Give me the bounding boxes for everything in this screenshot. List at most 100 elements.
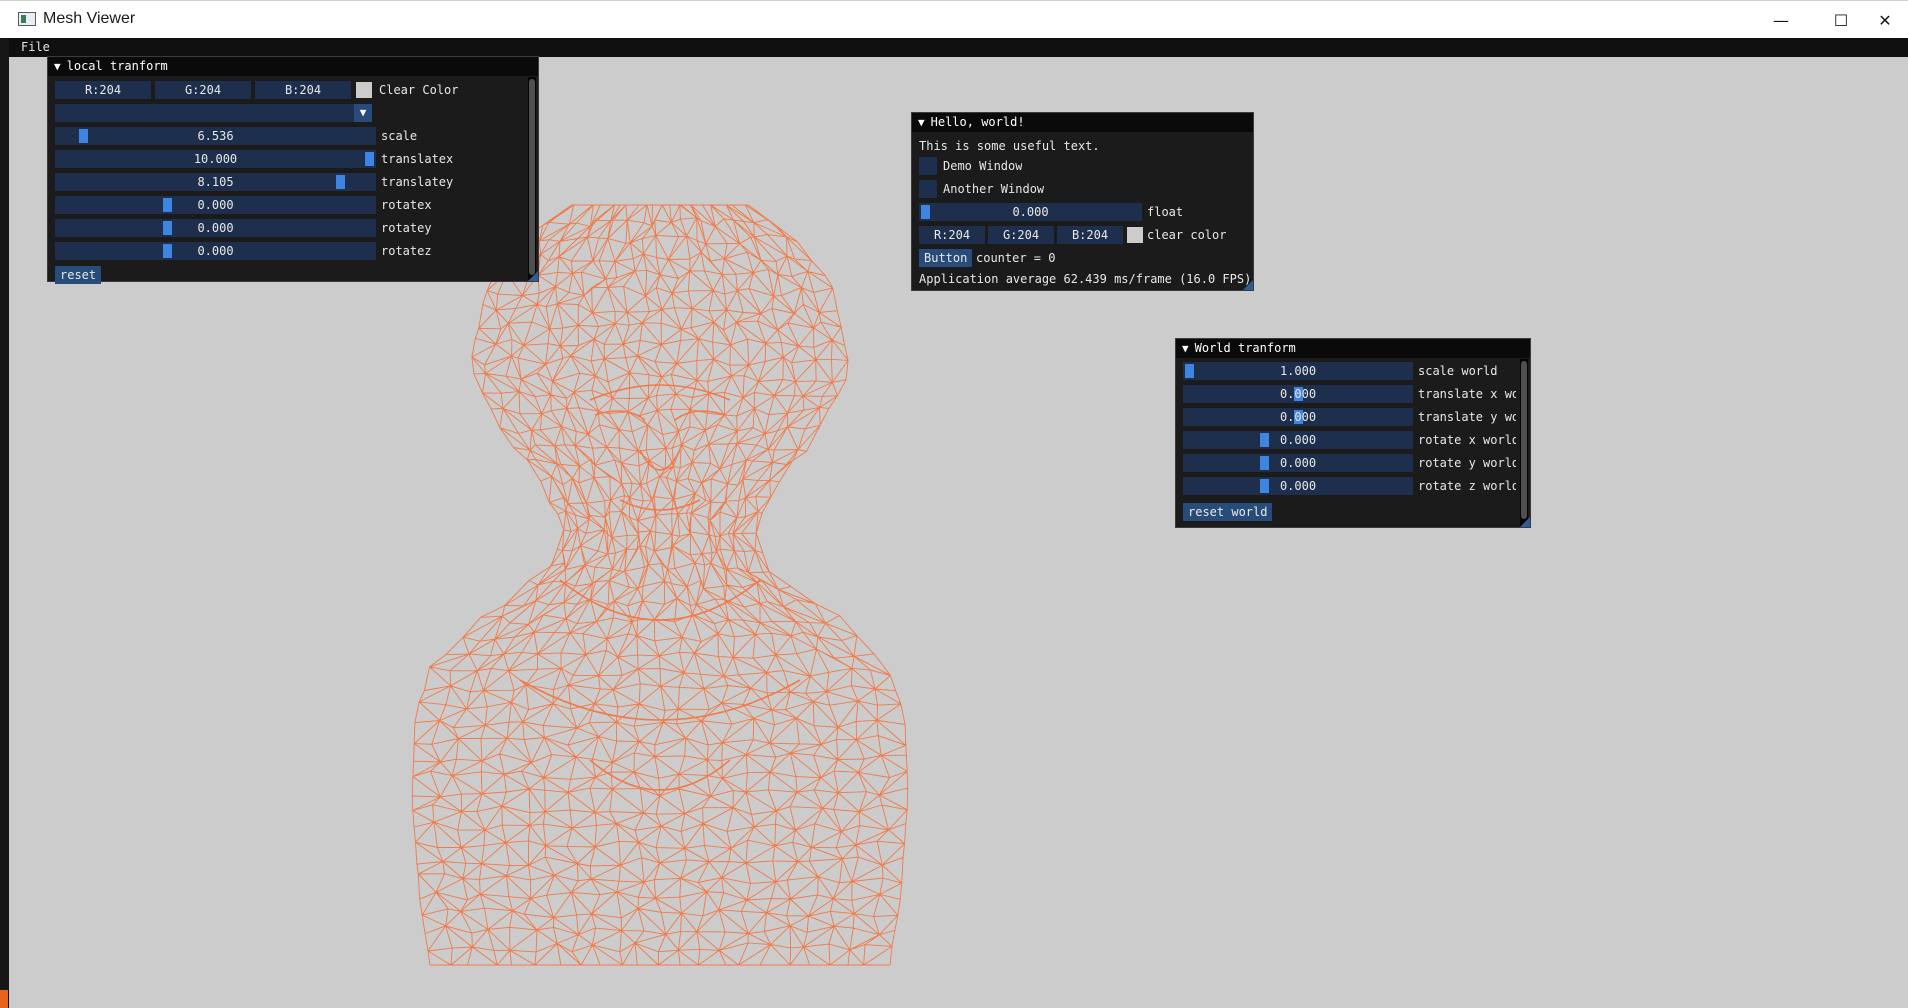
world-slider[interactable]: 0.000	[1183, 385, 1413, 403]
world-slider-label: rotate y world	[1418, 456, 1516, 470]
local-color-swatch[interactable]	[356, 82, 372, 98]
another-window-checkbox[interactable]	[919, 180, 937, 198]
local-panel-scrollbar[interactable]	[528, 77, 536, 281]
local-slider[interactable]: 8.105	[55, 173, 376, 191]
float-slider-grab[interactable]	[921, 205, 930, 219]
world-slider-value: 0.000	[1279, 387, 1317, 401]
local-slider-grab[interactable]	[163, 221, 173, 235]
local-slider-label: rotatez	[381, 244, 432, 258]
world-slider[interactable]: 1.000	[1183, 362, 1413, 380]
world-panel-title: World tranform	[1194, 341, 1296, 355]
local-slider[interactable]: 0.000	[55, 242, 376, 260]
world-slider[interactable]: 0.000	[1183, 454, 1413, 472]
world-slider-label: rotate x world	[1418, 433, 1516, 447]
local-slider[interactable]: 10.000	[55, 150, 376, 168]
mesh-wire-edges	[411, 204, 909, 966]
local-reset-button[interactable]: reset	[55, 266, 102, 284]
local-slider-value: 8.105	[197, 175, 234, 189]
local-slider-grab[interactable]	[163, 244, 173, 258]
world-panel-scrollbar[interactable]	[1520, 359, 1528, 527]
local-color-b[interactable]: B:204	[255, 81, 351, 99]
local-panel-resize-grip[interactable]	[528, 271, 538, 281]
hello-color-r[interactable]: R:204	[919, 226, 985, 244]
close-button[interactable]: ✕	[1862, 1, 1908, 39]
world-slider-grab[interactable]	[1185, 364, 1194, 378]
local-slider-value: 0.000	[197, 244, 234, 258]
world-panel-header[interactable]: ▼ World tranform	[1176, 339, 1530, 358]
combo-arrow-icon[interactable]: ▼	[354, 104, 372, 122]
local-slider-label: rotatex	[381, 198, 432, 212]
float-label: float	[1147, 205, 1184, 219]
local-slider-label: rotatey	[381, 221, 432, 235]
local-slider-grab[interactable]	[78, 129, 88, 143]
local-slider-value: 6.536	[197, 129, 234, 143]
hello-world-panel: ▼ Hello, world! This is some useful text.…	[911, 112, 1254, 291]
world-slider-grab[interactable]	[1259, 479, 1269, 493]
world-panel-resize-grip[interactable]	[1520, 517, 1530, 527]
menubar: File	[9, 38, 1908, 57]
collapse-triangle-icon[interactable]: ▼	[918, 113, 925, 132]
world-slider[interactable]: 0.000	[1183, 431, 1413, 449]
demo-window-checkbox[interactable]	[919, 157, 937, 175]
world-slider-label: translate x wo	[1418, 387, 1516, 401]
world-slider-grab[interactable]	[1259, 433, 1269, 447]
local-transform-panel: ▼ local tranform R:204 G:204 B:204 Clear …	[47, 56, 539, 284]
hello-color-b[interactable]: B:204	[1057, 226, 1123, 244]
local-combo[interactable]	[55, 104, 354, 122]
world-slider[interactable]: 0.000	[1183, 477, 1413, 495]
maximize-button[interactable]: ☐	[1818, 1, 1864, 39]
world-slider[interactable]: 0.000	[1183, 408, 1413, 426]
local-slider-label: translatex	[381, 152, 454, 166]
local-slider[interactable]: 6.536	[55, 127, 376, 145]
window-title: Mesh Viewer	[43, 10, 136, 27]
local-slider-value: 10.000	[193, 152, 238, 166]
corner-accent	[0, 990, 8, 1008]
world-slider-value: 1.000	[1279, 364, 1317, 378]
counter-text: counter = 0	[976, 251, 1056, 265]
local-slider-grab[interactable]	[163, 198, 173, 212]
world-reset-button[interactable]: reset world	[1183, 503, 1273, 521]
app-icon	[18, 12, 36, 26]
hello-color-swatch[interactable]	[1127, 227, 1143, 243]
world-slider-value: 0.000	[1279, 433, 1317, 447]
world-slider-value: 0.000	[1279, 456, 1317, 470]
hello-panel-resize-grip[interactable]	[1243, 280, 1253, 290]
world-slider-label: scale world	[1418, 364, 1498, 378]
hello-panel-title: Hello, world!	[930, 115, 1025, 129]
float-value: 0.000	[1012, 205, 1049, 219]
local-slider[interactable]: 0.000	[55, 196, 376, 214]
local-panel-title: local tranform	[66, 59, 168, 73]
world-transform-panel: ▼ World tranform 1.000 scale world 0.000 tra…	[1175, 338, 1531, 528]
minimize-button[interactable]: —	[1758, 1, 1804, 39]
hello-panel-header[interactable]: ▼ Hello, world!	[912, 113, 1253, 132]
world-slider-grab[interactable]	[1259, 456, 1269, 470]
local-slider-grab[interactable]	[335, 175, 345, 189]
local-slider-grab[interactable]	[365, 152, 374, 166]
world-slider-value: 0.000	[1279, 410, 1317, 424]
menu-file[interactable]: File	[21, 40, 50, 54]
world-slider-label: rotate z world	[1418, 479, 1516, 493]
left-edge-strip	[0, 38, 9, 1008]
hello-text: This is some useful text.	[919, 139, 1100, 153]
another-window-label: Another Window	[943, 182, 1045, 196]
local-color-g[interactable]: G:204	[155, 81, 251, 99]
local-slider[interactable]: 0.000	[55, 219, 376, 237]
hello-color-label: clear color	[1147, 228, 1227, 242]
local-slider-label: scale	[381, 129, 418, 143]
local-panel-header[interactable]: ▼ local tranform	[48, 57, 538, 76]
float-slider[interactable]: 0.000	[919, 203, 1142, 221]
local-slider-value: 0.000	[197, 198, 234, 212]
hello-button[interactable]: Button	[919, 249, 973, 267]
demo-window-label: Demo Window	[943, 159, 1023, 173]
collapse-triangle-icon[interactable]: ▼	[54, 57, 61, 76]
local-color-label: Clear Color	[379, 83, 459, 97]
mesh-wireframe-viewport[interactable]	[340, 200, 980, 970]
local-slider-value: 0.000	[197, 221, 234, 235]
hello-color-g[interactable]: G:204	[988, 226, 1054, 244]
local-color-r[interactable]: R:204	[55, 81, 151, 99]
world-slider-value: 0.000	[1279, 479, 1317, 493]
window-titlebar[interactable]: Mesh Viewer — ☐ ✕	[0, 0, 1908, 38]
local-slider-label: translatey	[381, 175, 454, 189]
world-slider-label: translate y wo	[1418, 410, 1516, 424]
collapse-triangle-icon[interactable]: ▼	[1182, 339, 1189, 358]
